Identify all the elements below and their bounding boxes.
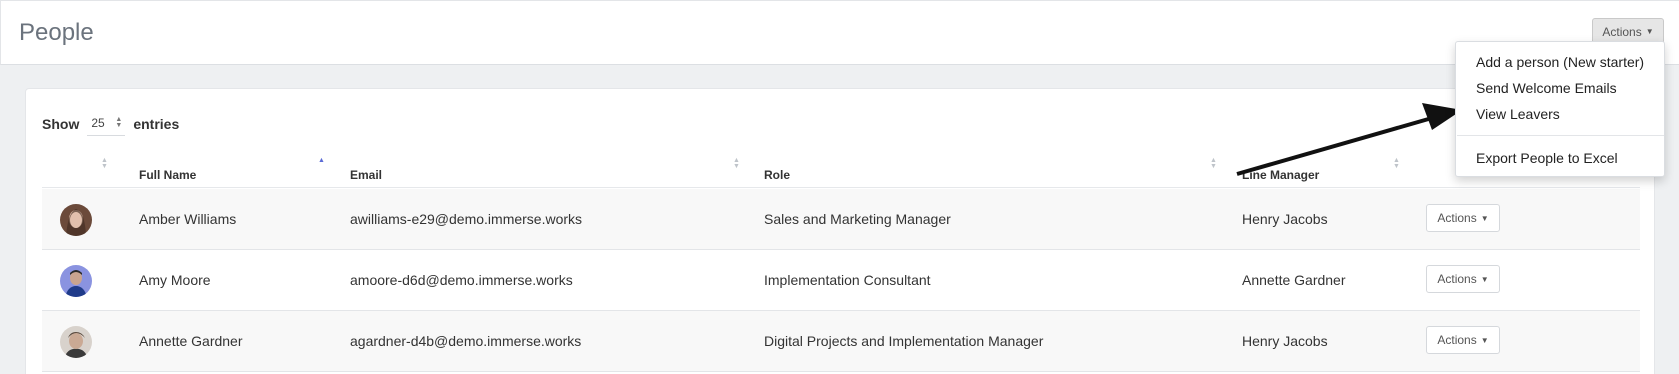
- menu-item-export-excel[interactable]: Export People to Excel: [1476, 150, 1618, 166]
- menu-item-view-leavers[interactable]: View Leavers: [1476, 106, 1560, 122]
- annotation-arrow-icon: [1236, 103, 1462, 176]
- menu-item-send-welcome-emails[interactable]: Send Welcome Emails: [1476, 80, 1617, 96]
- menu-item-add-person[interactable]: Add a person (New starter): [1476, 54, 1644, 70]
- menu-divider: [1457, 135, 1664, 136]
- actions-dropdown-menu: Add a person (New starter) Send Welcome …: [1455, 41, 1665, 177]
